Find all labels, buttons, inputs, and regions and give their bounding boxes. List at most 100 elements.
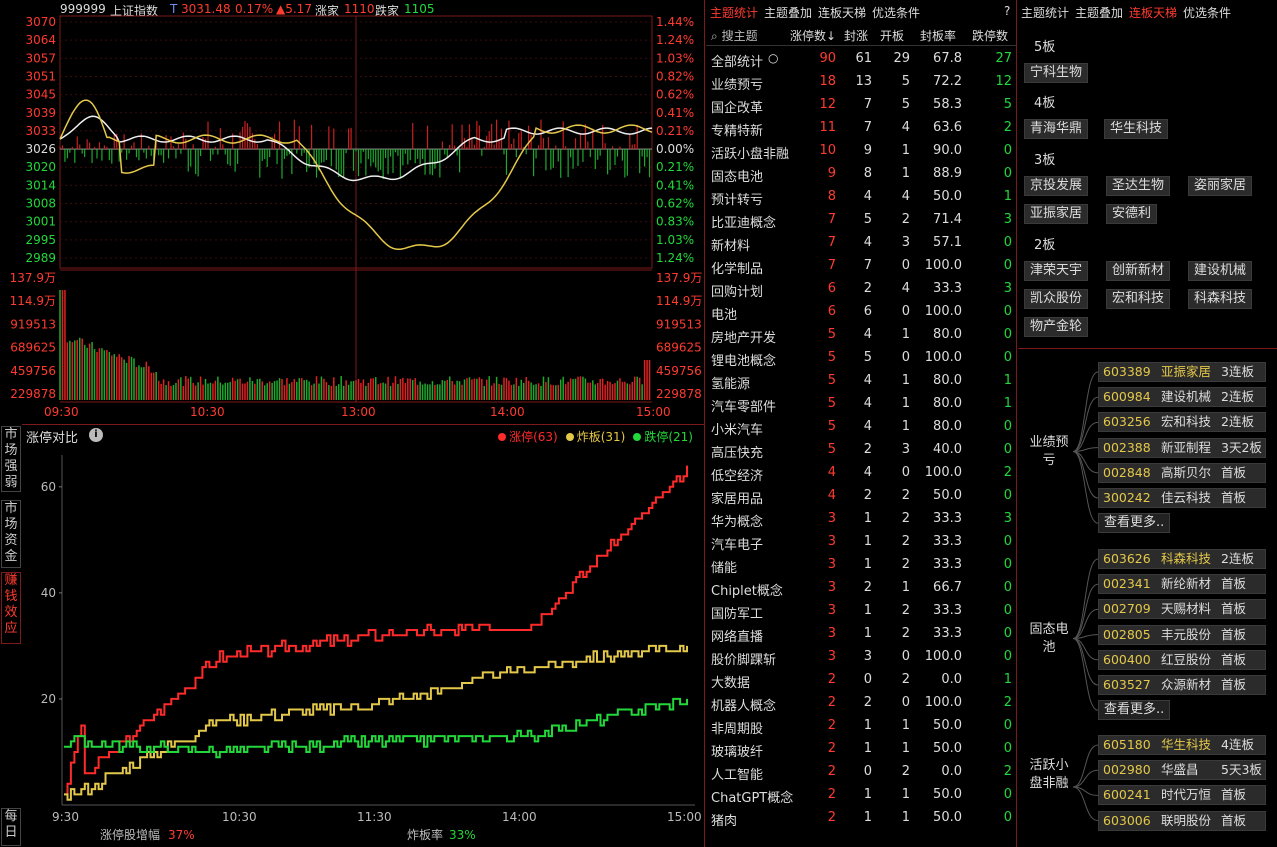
theme-row[interactable]: 非周期股 2 1 1 50.0 0 bbox=[706, 715, 1017, 738]
ladder-stock-button[interactable]: 安德利 bbox=[1106, 204, 1158, 224]
theme-row[interactable]: 房地产开发 5 4 1 80.0 0 bbox=[706, 324, 1017, 347]
tab-theme-overlay[interactable]: 主题叠加 bbox=[1075, 6, 1123, 20]
theme-row[interactable]: 机器人概念 2 2 0 100.0 2 bbox=[706, 692, 1017, 715]
theme-row[interactable]: 汽车电子 3 1 2 33.3 0 bbox=[706, 531, 1017, 554]
price-tick: 3001 bbox=[25, 215, 56, 229]
theme-row[interactable]: 小米汽车 5 4 1 80.0 0 bbox=[706, 416, 1017, 439]
theme-row[interactable]: 比亚迪概念 7 5 2 71.4 3 bbox=[706, 209, 1017, 232]
side-tab-market-funds[interactable]: 市场资金 bbox=[1, 500, 21, 568]
ladder-stock-button[interactable]: 建设机械 bbox=[1188, 261, 1253, 281]
theme-row[interactable]: Chiplet概念 3 2 1 66.7 0 bbox=[706, 577, 1017, 600]
theme-row[interactable]: 固态电池 9 8 1 88.9 0 bbox=[706, 163, 1017, 186]
ladder-stock-button[interactable]: 物产金轮 bbox=[1024, 317, 1089, 337]
theme-row[interactable]: 锂电池概念 5 5 0 100.0 0 bbox=[706, 347, 1017, 370]
view-more-button[interactable]: 查看更多.. bbox=[1098, 700, 1171, 721]
limit-stock-item[interactable]: 002805 丰元股份 首板 bbox=[1098, 624, 1266, 645]
tab-filter[interactable]: 优选条件 bbox=[1183, 6, 1231, 20]
ladder-stock-button[interactable]: 凯众股份 bbox=[1024, 289, 1089, 309]
legend-item[interactable]: 炸板(31) bbox=[565, 430, 625, 444]
limit-stock-item[interactable]: 603626 科森科技 2连板 bbox=[1098, 549, 1266, 569]
ladder-stock-button[interactable]: 姿丽家居 bbox=[1188, 176, 1253, 196]
theme-row[interactable]: 预计转亏 8 4 4 50.0 1 bbox=[706, 186, 1017, 209]
theme-row[interactable]: 业绩预亏 18 13 5 72.2 12 bbox=[706, 71, 1017, 94]
theme-row[interactable]: 华为概念 3 1 2 33.3 3 bbox=[706, 508, 1017, 531]
pct-tick: 1.03% bbox=[656, 51, 694, 65]
theme-row[interactable]: 猪肉 2 1 1 50.0 0 bbox=[706, 807, 1017, 830]
pct-tick: 1.44% bbox=[656, 15, 694, 29]
limit-stock-item[interactable]: 603006 联明股份 首板 bbox=[1098, 810, 1266, 831]
theme-row[interactable]: 大数据 2 0 2 0.0 1 bbox=[706, 669, 1017, 692]
theme-row[interactable]: 汽车零部件 5 4 1 80.0 1 bbox=[706, 393, 1017, 416]
view-more-button[interactable]: 查看更多.. bbox=[1098, 513, 1171, 534]
limit-stock-item[interactable]: 605180 华生科技 4连板 bbox=[1098, 735, 1266, 755]
tab-theme-stats[interactable]: 主题统计 bbox=[1021, 6, 1069, 20]
ladder-stock-button[interactable]: 京投发展 bbox=[1024, 176, 1089, 196]
limit-stock-item[interactable]: 002341 新纶新材 首板 bbox=[1098, 574, 1266, 595]
col-down-limit[interactable]: 跌停数 bbox=[972, 27, 1008, 44]
col-seal-rate[interactable]: 封板率 bbox=[920, 27, 956, 44]
theme-row[interactable]: 家居用品 4 2 2 50.0 0 bbox=[706, 485, 1017, 508]
limit-stock-item[interactable]: 600400 红豆股份 首板 bbox=[1098, 649, 1266, 670]
side-tab-market-strength[interactable]: 市场强弱 bbox=[1, 426, 21, 492]
legend-item[interactable]: 涨停(63) bbox=[498, 430, 558, 444]
theme-row[interactable]: 活跃小盘非融 10 9 1 90.0 0 bbox=[706, 140, 1017, 163]
theme-row[interactable]: 储能 3 1 2 33.3 0 bbox=[706, 554, 1017, 577]
theme-row[interactable]: 化学制品 7 7 0 100.0 0 bbox=[706, 255, 1017, 278]
ladder-stock-button[interactable]: 科森科技 bbox=[1188, 289, 1253, 309]
down-limit-count: 27 bbox=[995, 51, 1012, 66]
legend-item[interactable]: 跌停(21) bbox=[633, 430, 693, 444]
limit-stock-item[interactable]: 600241 时代万恒 首板 bbox=[1098, 785, 1266, 806]
theme-name: 华为概念 bbox=[711, 515, 764, 530]
theme-row[interactable]: 国企改革 12 7 5 58.3 5 bbox=[706, 94, 1017, 117]
theme-row[interactable]: 网络直播 3 1 2 33.3 0 bbox=[706, 623, 1017, 646]
limit-stock-item[interactable]: 002388 新亚制程 3天2板 bbox=[1098, 437, 1266, 458]
side-tab-daily[interactable]: 每日 bbox=[1, 808, 21, 846]
theme-row[interactable]: 专精特新 11 7 4 63.6 2 bbox=[706, 117, 1017, 140]
limit-stock-item[interactable]: 603389 亚振家居 3连板 bbox=[1098, 362, 1266, 382]
col-opened[interactable]: 开板 bbox=[880, 27, 904, 44]
limit-stock-item[interactable]: 603256 宏和科技 2连板 bbox=[1098, 412, 1266, 433]
info-icon[interactable]: i bbox=[89, 428, 103, 442]
theme-row[interactable]: 回购计划 6 2 4 33.3 3 bbox=[706, 278, 1017, 301]
index-intraday-chart[interactable]: 3070 1.44% 3064 1.24% 3057 1.03% 3051 0.82% 3045… bbox=[0, 0, 705, 422]
limit-stock-item[interactable]: 002709 天赐材料 首板 bbox=[1098, 599, 1266, 620]
theme-row[interactable]: 国防军工 3 1 2 33.3 0 bbox=[706, 600, 1017, 623]
theme-row[interactable]: 氢能源 5 4 1 80.0 1 bbox=[706, 370, 1017, 393]
ladder-stock-button[interactable]: 宏和科技 bbox=[1106, 289, 1171, 309]
limit-stock-item[interactable]: 300242 佳云科技 首板 bbox=[1098, 488, 1266, 508]
ladder-stock-button[interactable]: 宁科生物 bbox=[1024, 63, 1089, 83]
theme-row[interactable]: 电池 6 6 0 100.0 0 bbox=[706, 301, 1017, 324]
tab-limit-ladder[interactable]: 连板天梯 bbox=[818, 6, 866, 20]
limit-stock-item[interactable]: 002980 华盛昌 5天3板 bbox=[1098, 760, 1266, 781]
ladder-stock-button[interactable]: 青海华鼎 bbox=[1024, 119, 1089, 139]
tab-filter[interactable]: 优选条件 bbox=[872, 6, 920, 20]
col-limit-count[interactable]: 涨停数↓ bbox=[790, 27, 836, 44]
theme-row[interactable]: ChatGPT概念 2 1 1 50.0 0 bbox=[706, 784, 1017, 807]
ladder-stock-button[interactable]: 亚振家居 bbox=[1024, 204, 1089, 224]
ladder-stock-button[interactable]: 创新新材 bbox=[1106, 261, 1171, 281]
limit-stock-item[interactable]: 600984 建设机械 2连板 bbox=[1098, 387, 1266, 408]
theme-row[interactable]: 新材料 7 4 3 57.1 0 bbox=[706, 232, 1017, 255]
ladder-stock-button[interactable]: 华生科技 bbox=[1104, 119, 1169, 139]
help-icon[interactable]: ? bbox=[1004, 4, 1010, 18]
limit-stock-item[interactable]: 603527 众源新材 首板 bbox=[1098, 675, 1266, 695]
tab-theme-stats[interactable]: 主题统计 bbox=[710, 6, 758, 20]
tab-theme-overlay[interactable]: 主题叠加 bbox=[764, 6, 812, 20]
time-tick: 14:00 bbox=[490, 405, 525, 419]
theme-row[interactable]: 玻璃玻纤 2 1 1 50.0 0 bbox=[706, 738, 1017, 761]
search-theme[interactable]: ⌕ 搜主题 bbox=[711, 27, 758, 44]
tab-limit-ladder[interactable]: 连板天梯 bbox=[1129, 6, 1177, 20]
theme-row[interactable]: 全部统计 90 61 29 67.8 27 ○ bbox=[706, 48, 1017, 71]
ladder-stock-button[interactable]: 津荣天宇 bbox=[1024, 261, 1089, 281]
theme-row[interactable]: 人工智能 2 0 2 0.0 2 bbox=[706, 761, 1017, 784]
col-sealed[interactable]: 封涨 bbox=[844, 27, 868, 44]
pct-tick: 0.41% bbox=[656, 106, 694, 120]
theme-row[interactable]: 高压快充 5 2 3 40.0 0 bbox=[706, 439, 1017, 462]
limit-stock-item[interactable]: 002848 高斯贝尔 首板 bbox=[1098, 462, 1266, 483]
ladder-stock-button[interactable]: 圣达生物 bbox=[1106, 176, 1171, 196]
theme-name: 储能 bbox=[711, 561, 738, 576]
side-tab-money-effect[interactable]: 赚钱效应 bbox=[1, 572, 21, 644]
limit-compare-chart[interactable]: 60 40 20 9:30 10:30 11:30 14:00 15:00 涨停股增幅 37% 炸板… bbox=[22, 445, 705, 847]
theme-row[interactable]: 股价脚踝斩 3 3 0 100.0 0 bbox=[706, 646, 1017, 669]
theme-row[interactable]: 低空经济 4 4 0 100.0 2 bbox=[706, 462, 1017, 485]
